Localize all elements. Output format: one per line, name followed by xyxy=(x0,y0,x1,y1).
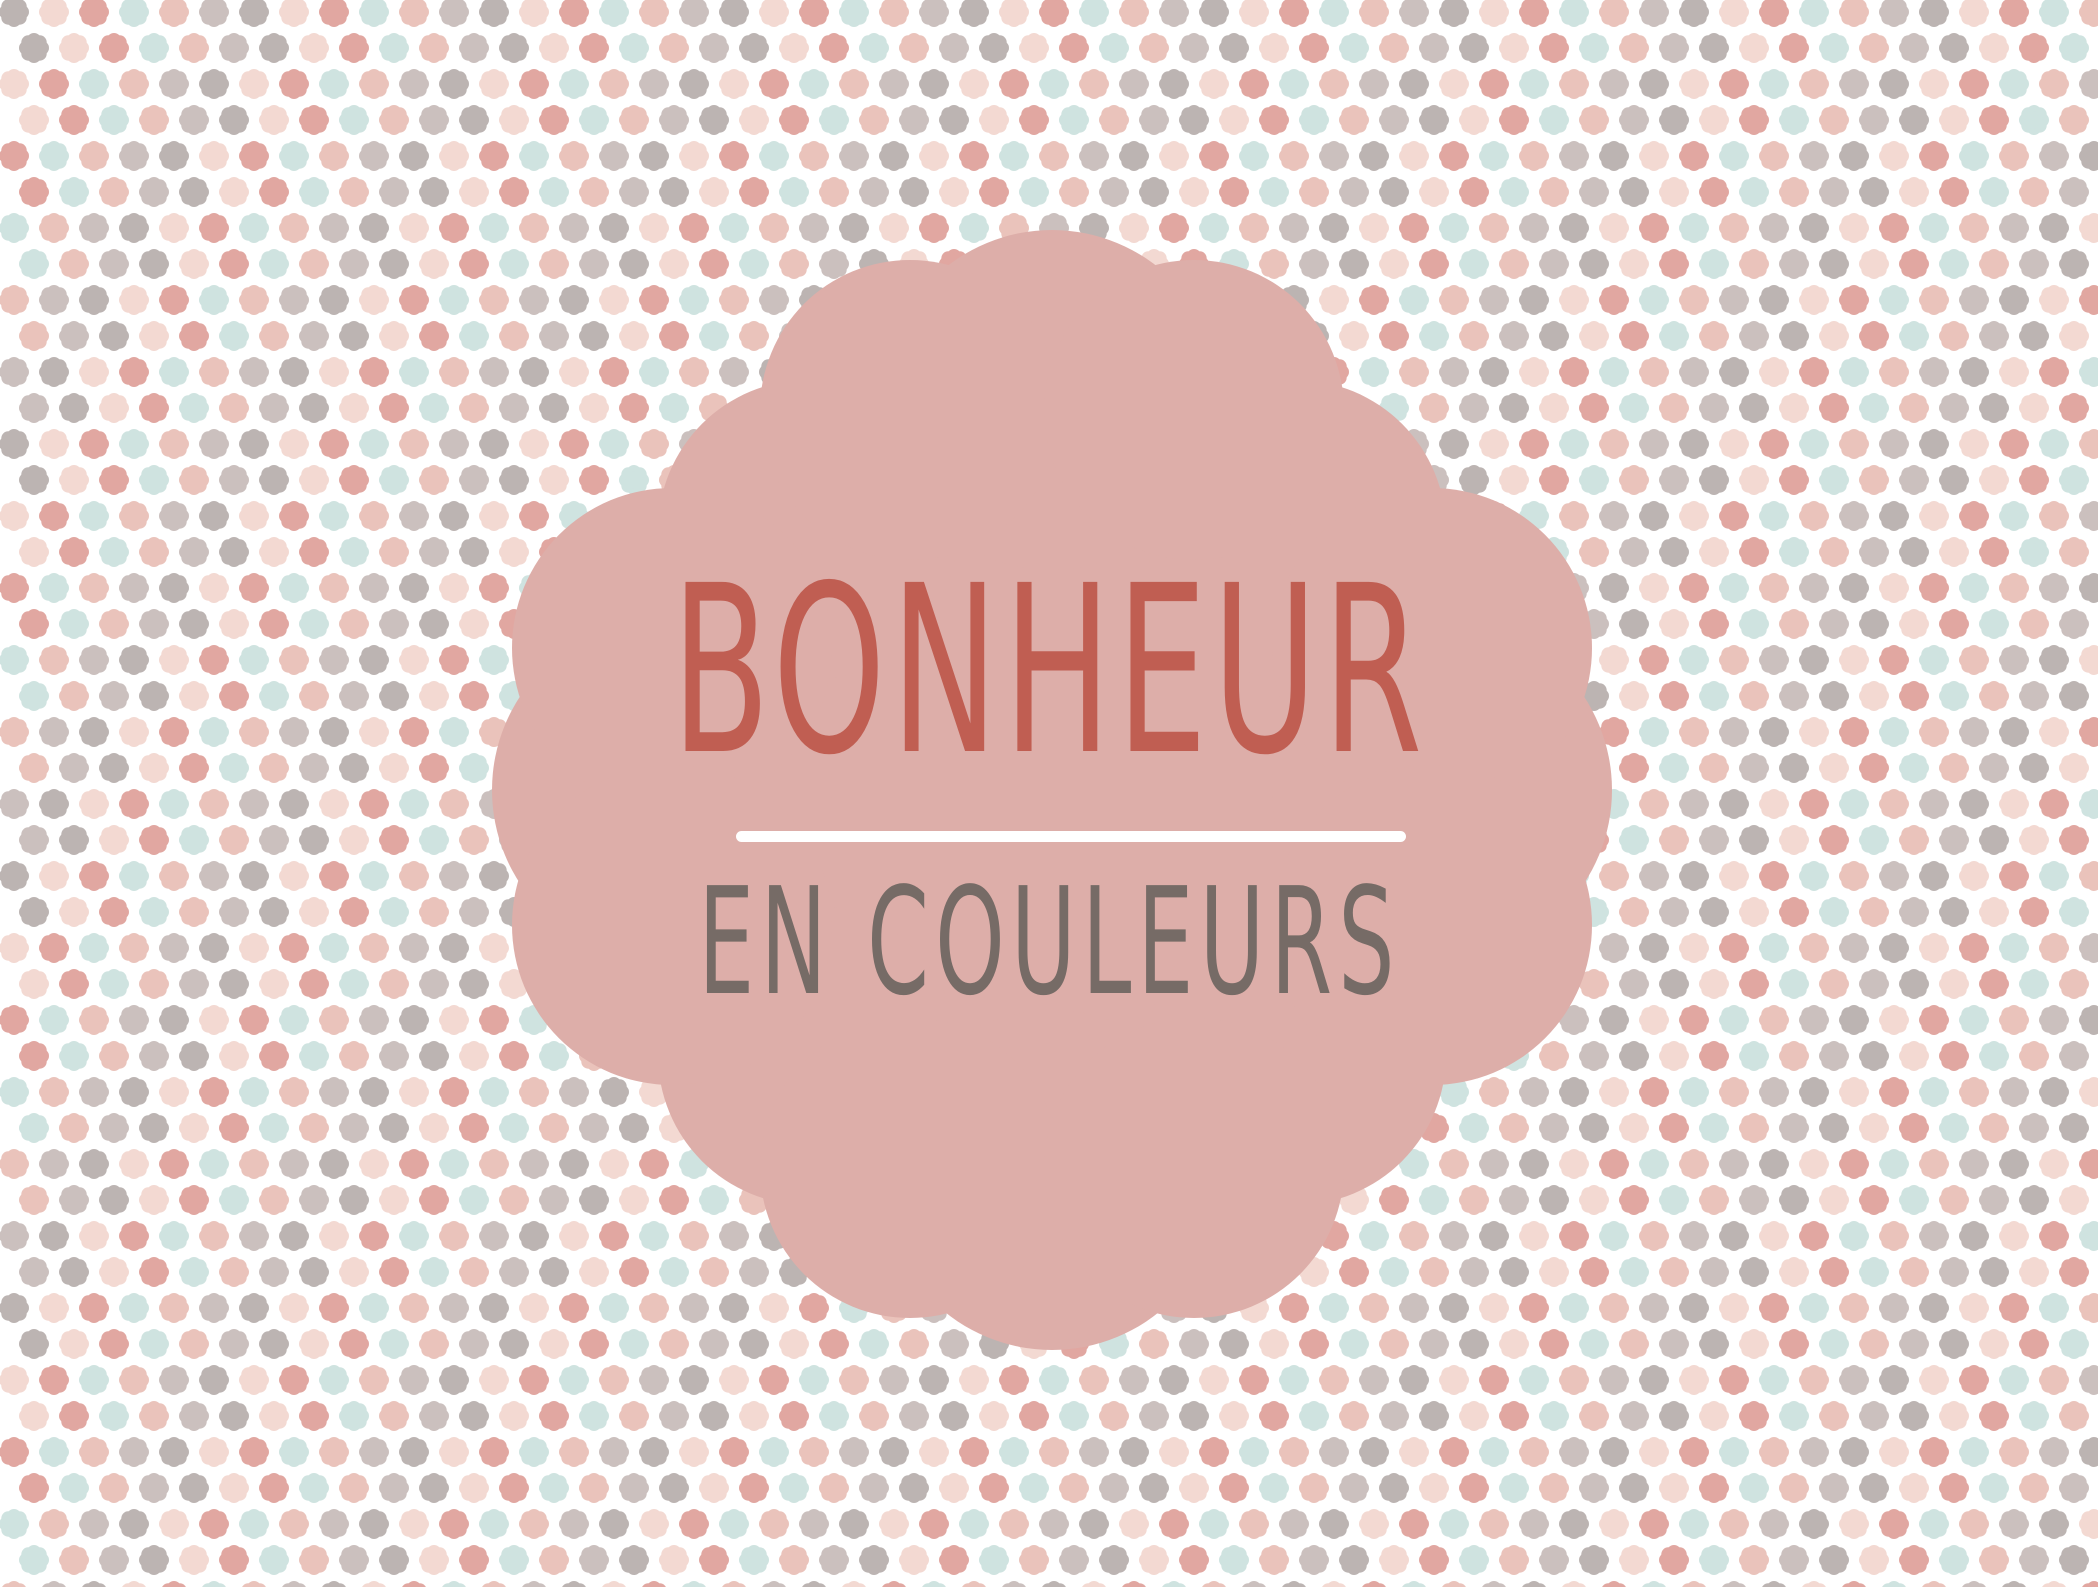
title-divider xyxy=(736,831,1406,842)
subtitle-text: EN COULEURS xyxy=(698,856,1401,1028)
card: BONHEUR EN COULEURS xyxy=(0,0,2098,1587)
title-text: BONHEUR xyxy=(671,536,1428,806)
